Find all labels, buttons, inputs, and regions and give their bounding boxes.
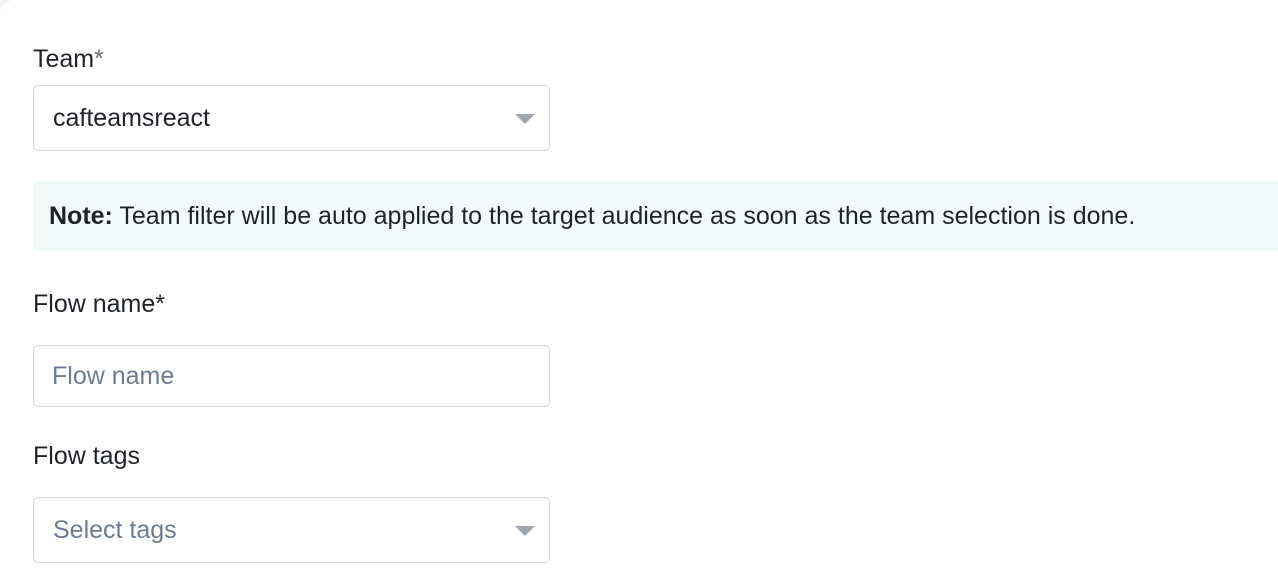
note-text: Note: Team filter will be auto applied t… xyxy=(49,201,1135,231)
team-required-mark: * xyxy=(94,45,104,73)
flow-name-label: Flow name* xyxy=(33,289,165,319)
team-label: Team* xyxy=(33,44,104,74)
flow-tags-select[interactable]: Select tags xyxy=(33,497,550,563)
flow-name-field[interactable] xyxy=(33,345,550,407)
note-prefix: Note: xyxy=(49,202,113,230)
team-label-text: Team xyxy=(33,45,95,73)
flow-name-required-mark: * xyxy=(155,290,165,318)
note-message: Team filter will be auto applied to the … xyxy=(112,202,1136,230)
flow-tags-placeholder: Select tags xyxy=(53,516,177,544)
team-filter-note: Note: Team filter will be auto applied t… xyxy=(33,181,1278,251)
chevron-down-icon[interactable] xyxy=(515,526,535,536)
flow-tags-label: Flow tags xyxy=(33,441,140,471)
flow-settings-form: Team* cafteamsreact Note: Team filter wi… xyxy=(0,0,1278,584)
chevron-down-icon[interactable] xyxy=(515,114,535,124)
team-select[interactable]: cafteamsreact xyxy=(33,85,550,151)
team-selected-value: cafteamsreact xyxy=(53,104,211,132)
flow-name-label-text: Flow name xyxy=(33,290,156,318)
flow-name-input[interactable] xyxy=(34,346,549,406)
flow-tags-label-text: Flow tags xyxy=(33,442,140,470)
